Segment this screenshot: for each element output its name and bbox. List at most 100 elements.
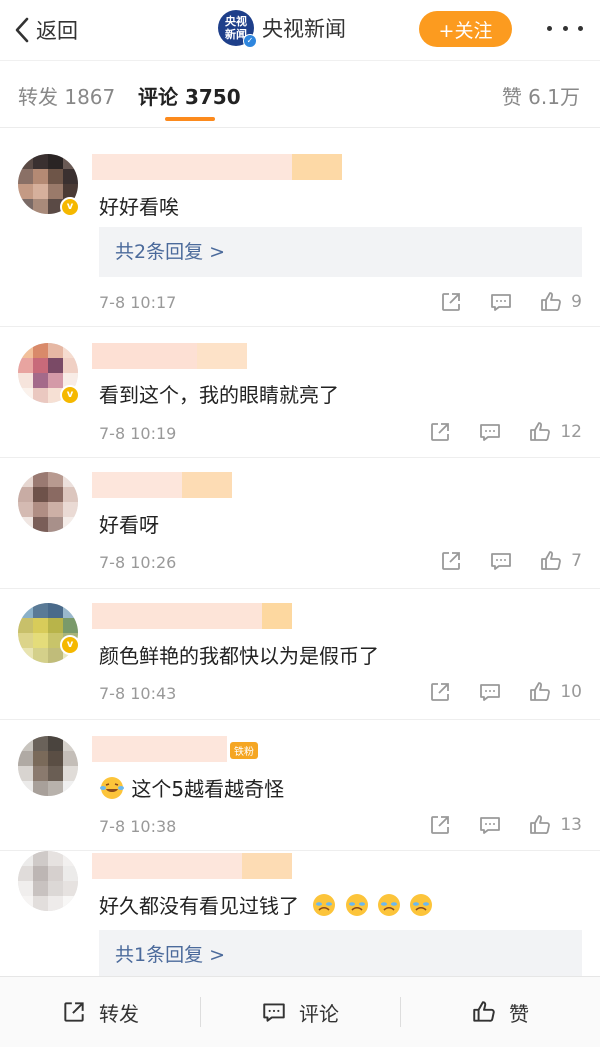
view-replies-link[interactable]: 共2条回复 > [99,227,582,277]
comment-icon [491,553,512,570]
comment-action[interactable] [478,420,502,444]
like-count: 7 [571,551,582,571]
back-label: 返回 [36,19,78,43]
share-icon [431,816,450,834]
verified-badge-icon: v [60,197,80,217]
tab-comment[interactable]: 评论 3750 [138,81,241,110]
thumbs-up-icon [541,551,562,571]
comment-item: v 好好看唉 共2条回复 > 7-8 10:17 9 [0,127,600,327]
repost-button[interactable]: 转发 [0,977,200,1047]
fan-badge: 铁粉 [230,742,258,759]
verified-badge-icon: v [60,385,80,405]
tab-repost[interactable]: 转发 1867 [18,81,115,110]
blurred-username[interactable] [92,472,232,498]
comment-item: 好久都没有看见过钱了 共1条回复 > [0,851,600,991]
view-replies-link[interactable]: 共1条回复 > [99,930,582,980]
blurred-username[interactable] [92,603,292,629]
like-action[interactable]: 10 [528,680,582,704]
crying-emoji-icon [313,894,336,916]
comment-text: 好看呀 [99,513,159,537]
blurred-username[interactable] [92,343,247,369]
like-action[interactable]: 7 [539,549,582,573]
top-bar: 返回 央视 新闻 ✓ 央视新闻 +关注 [0,0,600,60]
comment-label: 评论 [299,1001,339,1026]
comment-action[interactable] [478,813,502,837]
account-header[interactable]: 央视 新闻 ✓ 央视新闻 [218,10,346,48]
comment-time: 7-8 10:17 [99,293,177,312]
crying-emoji-icon [378,894,401,916]
comment-time: 7-8 10:38 [99,817,177,836]
repost-action[interactable] [439,549,463,573]
share-icon [64,1002,84,1022]
crying-emoji-icon [345,894,368,916]
thumbs-up-icon [530,422,551,442]
like-button[interactable]: 赞 [400,977,600,1047]
comment-text: 颜色鲜艳的我都快以为是假币了 [99,644,379,668]
blurred-username[interactable]: 铁粉 [92,736,277,762]
thumbs-up-icon [541,292,562,312]
verified-badge-icon: v [60,635,80,655]
follow-button[interactable]: +关注 [419,11,512,47]
comment-item: v 颜色鲜艳的我都快以为是假币了 7-8 10:43 10 [0,589,600,720]
comment-text: 好好看唉 [99,195,179,219]
comment-text-body: 这个5越看越奇怪 [131,777,285,801]
comment-item: v 看到这个，我的眼睛就亮了 7-8 10:19 12 [0,327,600,458]
active-tab-indicator [165,117,215,121]
share-icon [442,552,461,570]
blurred-username[interactable] [92,853,292,879]
like-action[interactable]: 13 [528,813,582,837]
blurred-username[interactable] [92,154,342,180]
share-icon [442,293,461,311]
tab-bar: 转发 1867 评论 3750 赞 6.1万 [0,60,600,128]
avatar[interactable] [18,472,78,532]
comment-item: 铁粉 这个5越看越奇怪 7-8 10:38 13 [0,720,600,851]
like-action[interactable]: 12 [528,420,582,444]
comment-time: 7-8 10:26 [99,553,177,572]
thumbs-up-icon [473,1001,495,1022]
comment-text-body: 好久都没有看见过钱了 [99,894,299,918]
like-label: 赞 [509,1001,529,1026]
account-logo: 央视 新闻 ✓ [218,10,257,48]
share-icon [431,683,450,701]
comment-item: 好看呀 7-8 10:26 7 [0,458,600,589]
account-name: 央视新闻 [262,17,346,41]
repost-label: 转发 [99,1001,139,1026]
avatar[interactable] [18,736,78,796]
like-count: 13 [560,815,582,835]
comment-time: 7-8 10:43 [99,684,177,703]
like-action[interactable]: 9 [539,290,582,314]
like-count: 9 [571,292,582,312]
comment-icon [480,817,501,834]
bottom-action-bar: 转发 评论 赞 [0,976,600,1047]
verified-icon: ✓ [243,34,257,48]
comment-icon [480,424,501,441]
chevron-left-icon [15,17,29,43]
comment-text: 这个5越看越奇怪 [99,773,284,802]
tab-like[interactable]: 赞 6.1万 [502,81,580,110]
comment-time: 7-8 10:19 [99,424,177,443]
comment-action[interactable] [489,549,513,573]
comment-button[interactable]: 评论 [200,977,400,1047]
comment-text: 看到这个，我的眼睛就亮了 [99,383,339,407]
like-count: 12 [560,422,582,442]
comment-action[interactable] [489,290,513,314]
logo-text-1: 央视 [225,15,247,28]
comment-list: v 好好看唉 共2条回复 > 7-8 10:17 9 v 看到这个，我的眼睛就亮… [0,127,600,991]
comment-icon [480,684,501,701]
back-button[interactable]: 返回 [12,14,78,46]
repost-action[interactable] [439,290,463,314]
more-options-icon[interactable] [547,18,583,38]
repost-action[interactable] [428,813,452,837]
repost-action[interactable] [428,420,452,444]
comment-action[interactable] [478,680,502,704]
comment-icon [491,294,512,311]
like-count: 10 [560,682,582,702]
comment-text: 好久都没有看见过钱了 [99,890,434,919]
repost-action[interactable] [428,680,452,704]
comment-icon [263,1003,285,1022]
avatar[interactable] [18,851,78,911]
crying-emoji-icon [410,894,433,916]
laughing-tears-emoji-icon [100,777,124,799]
thumbs-up-icon [530,815,551,835]
thumbs-up-icon [530,682,551,702]
